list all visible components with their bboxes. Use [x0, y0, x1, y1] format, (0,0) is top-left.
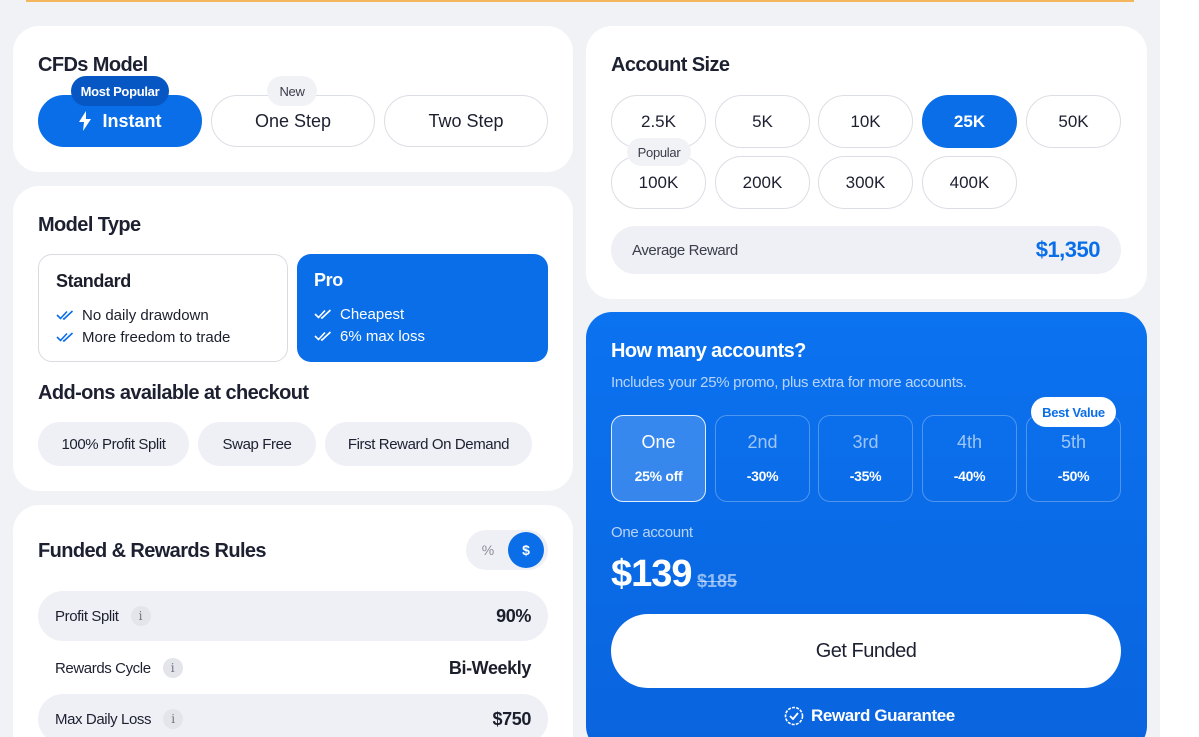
size-option-300k[interactable]: 300K: [818, 156, 913, 209]
info-icon[interactable]: i: [130, 606, 151, 626]
rule-label: Rewards Cycle: [55, 659, 151, 677]
size-option-5k[interactable]: 5K: [715, 95, 810, 148]
account-count-one[interactable]: One 25% off: [611, 415, 706, 502]
info-icon[interactable]: i: [163, 709, 184, 729]
account-count-name: 3rd: [852, 432, 879, 452]
account-count-discount: -30%: [746, 468, 779, 484]
rules-title: Funded & Rewards Rules: [38, 540, 267, 562]
best-value-badge: Best Value: [1031, 397, 1116, 427]
account-count-discount: -35%: [849, 468, 882, 484]
model-type-pro[interactable]: Pro Cheapest 6% max loss: [297, 254, 548, 362]
model-option-two-step[interactable]: Two Step: [384, 95, 548, 147]
pro-feature: 6% max loss: [314, 327, 548, 345]
account-count-name: 2nd: [747, 432, 778, 452]
toggle-dollar[interactable]: $: [508, 532, 544, 568]
pro-feature: Cheapest: [314, 305, 548, 323]
top-accent-line: [26, 0, 1134, 2]
size-option-400k[interactable]: 400K: [922, 156, 1017, 209]
rule-label: Profit Split: [55, 607, 119, 625]
unit-toggle: % $: [466, 530, 548, 570]
account-count-name: 5th: [1060, 432, 1087, 452]
reward-guarantee: Reward Guarantee: [784, 706, 955, 726]
most-popular-badge: Most Popular: [71, 76, 169, 106]
old-price: $185: [697, 571, 738, 591]
new-badge: New: [267, 76, 317, 106]
scrollbar-track[interactable]: [1160, 0, 1199, 737]
reward-guarantee-label: Reward Guarantee: [811, 706, 955, 725]
account-count-discount: 25% off: [634, 468, 683, 484]
get-funded-button[interactable]: Get Funded: [611, 614, 1121, 688]
double-check-icon: [314, 308, 332, 320]
popular-badge: Popular: [627, 138, 691, 166]
standard-feature: No daily drawdown: [56, 306, 287, 324]
rule-row-max-daily-loss: Max Daily Loss i $750: [38, 694, 548, 737]
double-check-icon: [56, 309, 74, 321]
account-count-5th[interactable]: 5th -50%: [1026, 415, 1121, 502]
account-count-3rd[interactable]: 3rd -35%: [818, 415, 913, 502]
accounts-title: How many accounts?: [611, 340, 806, 362]
account-count-4th[interactable]: 4th -40%: [922, 415, 1017, 502]
addon-profit-split[interactable]: 100% Profit Split: [38, 422, 189, 466]
size-option-25k[interactable]: 25K: [922, 95, 1017, 148]
account-count-discount: -50%: [1057, 468, 1090, 484]
toggle-percent[interactable]: %: [470, 532, 506, 568]
price: $139: [611, 553, 693, 595]
account-size-title: Account Size: [611, 54, 730, 76]
rule-label: Max Daily Loss: [55, 710, 152, 728]
account-count-2nd[interactable]: 2nd -30%: [715, 415, 810, 502]
model-option-label: Instant: [102, 110, 162, 131]
rule-row-rewards-cycle: Rewards Cycle i Bi-Weekly: [38, 643, 548, 693]
pro-title: Pro: [314, 270, 343, 290]
info-icon[interactable]: i: [162, 658, 183, 678]
account-count-name: 4th: [956, 432, 983, 452]
average-reward-row: Average Reward $1,350: [611, 226, 1121, 274]
standard-feature: More freedom to trade: [56, 328, 287, 346]
size-option-10k[interactable]: 10K: [818, 95, 913, 148]
model-option-label: One Step: [254, 110, 332, 131]
account-count-name: One: [641, 432, 676, 452]
size-option-50k[interactable]: 50K: [1026, 95, 1121, 148]
double-check-icon: [314, 330, 332, 342]
model-type-standard[interactable]: Standard No daily drawdown More freedom …: [38, 254, 288, 362]
one-account-label: One account: [611, 524, 693, 541]
double-check-icon: [56, 331, 74, 343]
average-reward-label: Average Reward: [632, 241, 738, 259]
rule-value: 90%: [496, 605, 531, 626]
rule-value: Bi-Weekly: [448, 657, 532, 678]
accounts-subtitle: Includes your 25% promo, plus extra for …: [611, 374, 967, 391]
addon-swap-free[interactable]: Swap Free: [198, 422, 316, 466]
rule-value: $750: [492, 708, 532, 729]
average-reward-value: $1,350: [1035, 237, 1101, 262]
rule-row-profit-split: Profit Split i 90%: [38, 591, 548, 641]
bolt-icon: [78, 111, 92, 131]
model-type-title: Model Type: [38, 214, 141, 236]
standard-title: Standard: [56, 271, 131, 291]
addon-first-reward[interactable]: First Reward On Demand: [325, 422, 532, 466]
badge-check-icon: [784, 706, 804, 726]
account-count-discount: -40%: [953, 468, 986, 484]
size-option-200k[interactable]: 200K: [715, 156, 810, 209]
cfds-model-title: CFDs Model: [38, 54, 148, 76]
model-option-label: Two Step: [428, 110, 504, 131]
addons-title: Add-ons available at checkout: [38, 382, 309, 404]
